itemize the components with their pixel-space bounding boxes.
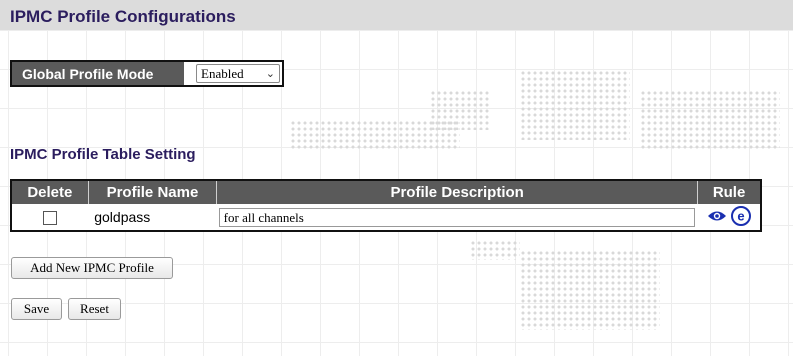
global-profile-mode-label: Global Profile Mode <box>12 62 184 85</box>
page-title: IPMC Profile Configurations <box>10 7 236 26</box>
world-map-decoration <box>290 120 460 150</box>
world-map-decoration <box>520 70 630 140</box>
header-profile-description: Profile Description <box>216 180 699 204</box>
profile-name-cell: goldpass <box>88 204 216 231</box>
profile-name: goldpass <box>94 209 151 225</box>
header-rule: Rule <box>697 180 761 204</box>
global-profile-mode-value: Enabled <box>201 65 244 81</box>
save-button[interactable]: Save <box>11 298 62 320</box>
reset-button[interactable]: Reset <box>68 298 121 320</box>
global-profile-mode-select[interactable]: Enabled ⌄ <box>196 64 280 83</box>
rule-cell: e <box>698 204 761 231</box>
header-delete: Delete <box>11 180 89 204</box>
world-map-decoration <box>640 90 780 150</box>
profile-description-cell: for all channels <box>217 204 698 231</box>
delete-checkbox[interactable] <box>43 211 58 226</box>
global-profile-mode: Global Profile Mode Enabled ⌄ <box>10 60 284 87</box>
title-bar: IPMC Profile Configurations <box>0 0 793 30</box>
table-header-row: Delete Profile Name Profile Description … <box>11 180 761 204</box>
edit-e-icon[interactable]: e <box>730 205 751 229</box>
world-map-decoration <box>470 240 520 260</box>
view-eye-icon[interactable] <box>707 209 727 226</box>
header-profile-name: Profile Name <box>88 180 218 204</box>
profile-table-title: IPMC Profile Table Setting <box>10 146 196 163</box>
add-new-ipmc-profile-button[interactable]: Add New IPMC Profile <box>11 257 173 279</box>
world-map-decoration <box>520 250 660 330</box>
profile-description-input[interactable]: for all channels <box>218 207 695 227</box>
delete-cell <box>11 204 88 231</box>
chevron-down-icon: ⌄ <box>265 68 275 80</box>
svg-text:e: e <box>737 208 744 223</box>
profile-table: Delete Profile Name Profile Description … <box>10 179 762 232</box>
table-row: goldpass for all channels e <box>11 204 761 231</box>
